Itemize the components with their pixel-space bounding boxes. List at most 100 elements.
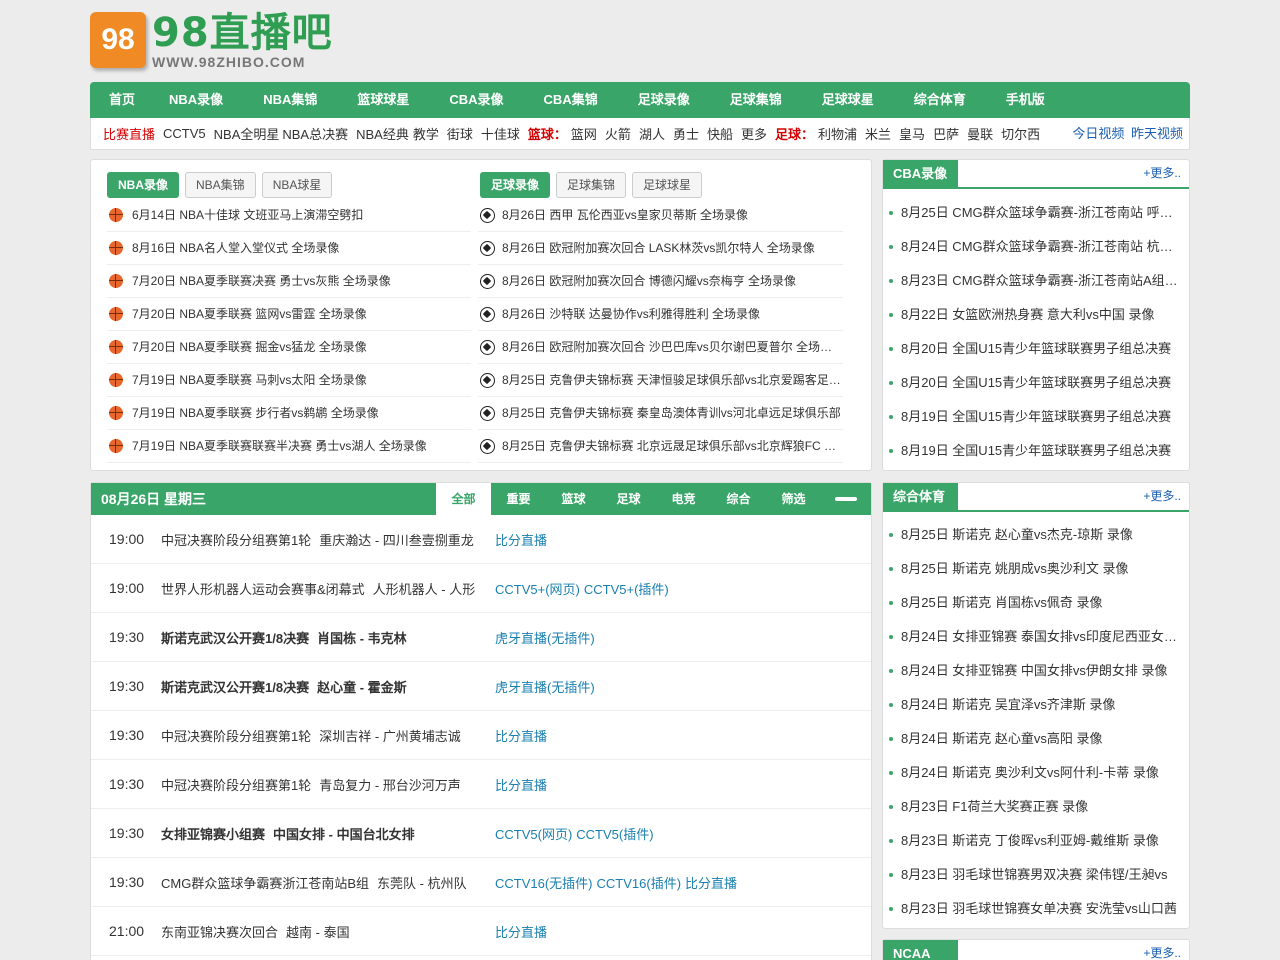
list-item[interactable]: 8月26日 西甲 瓦伦西亚vs皇家贝蒂斯 全场录像 — [478, 199, 843, 232]
tab-football[interactable]: 足球 — [601, 483, 656, 515]
site-logo[interactable]: 98 98直播吧 WWW.98ZHIBO.COM — [90, 12, 333, 74]
nav-nba-highlights[interactable]: NBA集锦 — [248, 82, 332, 118]
stream-link[interactable]: 虎牙直播(无插件) — [495, 631, 595, 646]
subnav-link[interactable]: CCTV5 — [163, 126, 206, 141]
tab-football-highlights[interactable]: 足球集锦 — [556, 172, 627, 198]
tab-football-stars[interactable]: 足球球星 — [632, 172, 703, 198]
list-item[interactable]: 8月25日 斯诺克 赵心童vs杰克-琼斯 录像 — [889, 518, 1181, 552]
list-item[interactable]: 8月24日 斯诺克 赵心童vs高阳 录像 — [889, 722, 1181, 756]
tab-esports[interactable]: 电竞 — [656, 483, 711, 515]
list-item[interactable]: 8月25日 克鲁伊夫锦标赛 北京远晟足球俱乐部vs北京辉狼FC 全场录像 — [478, 430, 843, 463]
stream-link[interactable]: 虎牙直播(无插件) — [495, 680, 595, 695]
list-item[interactable]: 8月23日 CMG群众篮球争霸赛-浙江苍南站A组 录像 — [889, 264, 1181, 298]
stream-link[interactable]: CCTV5+(网页) — [495, 582, 580, 597]
nav-cba-replay[interactable]: CBA录像 — [434, 82, 518, 118]
list-item[interactable]: 8月24日 女排亚锦赛 中国女排vs伊朗女排 录像 — [889, 654, 1181, 688]
tab-filter[interactable]: 筛选 — [766, 483, 821, 515]
stream-link[interactable]: 比分直播 — [495, 925, 547, 940]
subnav-link[interactable]: 教学 — [413, 124, 439, 143]
nav-mobile[interactable]: 手机版 — [991, 82, 1060, 118]
nav-basketball-stars[interactable]: 篮球球星 — [342, 82, 424, 118]
subnav-team[interactable]: 湖人 — [639, 124, 665, 143]
nav-cba-highlights[interactable]: CBA集锦 — [529, 82, 613, 118]
list-item[interactable]: 8月26日 欧冠附加赛次回合 沙巴巴库vs贝尔谢巴夏普尔 全场录像 — [478, 331, 843, 364]
stream-link[interactable]: CCTV16(插件) — [597, 876, 682, 891]
tab-important[interactable]: 重要 — [491, 483, 546, 515]
list-item[interactable]: 8月23日 F1荷兰大奖赛正赛 录像 — [889, 790, 1181, 824]
list-item[interactable]: 6月14日 NBA十佳球 文班亚马上演滞空劈扣 — [107, 199, 471, 232]
today-videos-link[interactable]: 今日视频 — [1072, 126, 1124, 141]
subnav-link[interactable]: NBA总决赛 — [282, 124, 348, 143]
subnav-link[interactable]: 十佳球 — [481, 124, 520, 143]
subnav-team[interactable]: 火箭 — [605, 124, 631, 143]
subnav-team[interactable]: 米兰 — [865, 124, 891, 143]
list-item[interactable]: 8月23日 羽毛球世锦赛女单决赛 安洗莹vs山口茜 — [889, 892, 1181, 926]
list-item[interactable]: 8月16日 NBA名人堂入堂仪式 全场录像 — [107, 232, 471, 265]
stream-link[interactable]: 比分直播 — [495, 778, 547, 793]
stream-link[interactable]: CCTV16(无插件) — [495, 876, 593, 891]
list-item[interactable]: 8月20日 全国U15青少年篮球联赛男子组总决赛 — [889, 366, 1181, 400]
stream-link[interactable]: 比分直播 — [685, 876, 737, 891]
cba-more-link[interactable]: +更多.. — [1143, 160, 1181, 187]
list-item[interactable]: 8月24日 女排亚锦赛 泰国女排vs印度尼西亚女排 录像 — [889, 620, 1181, 654]
list-item[interactable]: 7月19日 NBA夏季联赛联赛半决赛 勇士vs湖人 全场录像 — [107, 430, 471, 463]
list-item[interactable]: 7月19日 NBA夏季联赛 马刺vs太阳 全场录像 — [107, 364, 471, 397]
stream-link[interactable]: CCTV5(插件) — [576, 827, 653, 842]
list-item[interactable]: 8月22日 女篮欧洲热身赛 意大利vs中国 录像 — [889, 298, 1181, 332]
yesterday-videos-link[interactable]: 昨天视频 — [1131, 126, 1183, 141]
subnav-team[interactable]: 巴萨 — [933, 124, 959, 143]
stream-link[interactable]: 比分直播 — [495, 533, 547, 548]
ncaa-more-link[interactable]: +更多.. — [1143, 940, 1181, 960]
tab-football-replay[interactable]: 足球录像 — [480, 172, 551, 198]
subnav-team[interactable]: 篮网 — [571, 124, 597, 143]
list-item[interactable]: 8月26日 欧冠附加赛次回合 LASK林茨vs凯尔特人 全场录像 — [478, 232, 843, 265]
list-item[interactable]: 8月19日 全国U15青少年篮球联赛男子组总决赛 — [889, 434, 1181, 468]
list-item[interactable]: 8月25日 克鲁伊夫锦标赛 天津恒骏足球俱乐部vs北京爱踢客足球俱乐部 — [478, 364, 843, 397]
list-item[interactable]: 8月19日 全国U15青少年篮球联赛男子组总决赛 — [889, 400, 1181, 434]
stream-link[interactable]: CCTV5(网页) — [495, 827, 572, 842]
tab-all[interactable]: 全部 — [436, 483, 491, 515]
tab-general[interactable]: 综合 — [711, 483, 766, 515]
list-item[interactable]: 7月20日 NBA夏季联赛 篮网vs雷霆 全场录像 — [107, 298, 471, 331]
subnav-team[interactable]: 曼联 — [967, 124, 993, 143]
subnav-link[interactable]: NBA全明星 — [214, 124, 280, 143]
tab-nba-replay[interactable]: NBA录像 — [107, 172, 179, 198]
list-item[interactable]: 8月25日 CMG群众篮球争霸赛-浙江苍南站 呼和浩特 — [889, 196, 1181, 230]
list-item[interactable]: 8月25日 斯诺克 姚朋成vs奥沙利文 录像 — [889, 552, 1181, 586]
list-item[interactable]: 8月26日 欧冠附加赛次回合 博德闪耀vs奈梅亨 全场录像 — [478, 265, 843, 298]
stream-link[interactable]: 比分直播 — [495, 729, 547, 744]
list-item[interactable]: 8月26日 沙特联 达曼协作vs利雅得胜利 全场录像 — [478, 298, 843, 331]
subnav-link[interactable]: 街球 — [447, 124, 473, 143]
list-item[interactable]: 8月24日 斯诺克 吴宜泽vs齐津斯 录像 — [889, 688, 1181, 722]
subnav-team[interactable]: 切尔西 — [1001, 124, 1040, 143]
list-item[interactable]: 7月20日 NBA夏季联赛 掘金vs猛龙 全场录像 — [107, 331, 471, 364]
list-item[interactable]: 8月23日 斯诺克 丁俊晖vs利亚姆-戴维斯 录像 — [889, 824, 1181, 858]
list-item[interactable]: 8月25日 斯诺克 肖国栋vs佩奇 录像 — [889, 586, 1181, 620]
list-item[interactable]: 8月23日 羽毛球世锦赛男双决赛 梁伟铿/王昶vs — [889, 858, 1181, 892]
list-item[interactable]: 8月20日 全国U15青少年篮球联赛男子组总决赛 — [889, 332, 1181, 366]
list-item[interactable]: 8月24日 CMG群众篮球争霸赛-浙江苍南站 杭州队 — [889, 230, 1181, 264]
menu-icon[interactable] — [835, 497, 857, 501]
subnav-team[interactable]: 快船 — [707, 124, 733, 143]
subnav-team[interactable]: 利物浦 — [818, 124, 857, 143]
nav-football-highlights[interactable]: 足球集锦 — [715, 82, 797, 118]
list-item[interactable]: 8月25日 克鲁伊夫锦标赛 秦皇岛澳体青训vs河北卓远足球俱乐部 — [478, 397, 843, 430]
nav-football-replay[interactable]: 足球录像 — [623, 82, 705, 118]
general-sports-more-link[interactable]: +更多.. — [1143, 483, 1181, 510]
list-item[interactable]: 8月24日 斯诺克 奥沙利文vs阿什利-卡蒂 录像 — [889, 756, 1181, 790]
nav-home[interactable]: 首页 — [100, 82, 150, 118]
list-item[interactable]: 7月20日 NBA夏季联赛决赛 勇士vs灰熊 全场录像 — [107, 265, 471, 298]
subnav-link[interactable]: NBA经典 — [356, 124, 409, 143]
nav-football-stars[interactable]: 足球球星 — [807, 82, 889, 118]
tab-nba-highlights[interactable]: NBA集锦 — [185, 172, 256, 198]
subnav-live[interactable]: 比赛直播 — [103, 124, 155, 143]
tab-nba-stars[interactable]: NBA球星 — [261, 172, 333, 198]
subnav-team[interactable]: 皇马 — [899, 124, 925, 143]
nav-general-sports[interactable]: 综合体育 — [899, 82, 981, 118]
list-item[interactable]: 7月19日 NBA夏季联赛 步行者vs鹈鹕 全场录像 — [107, 397, 471, 430]
subnav-team[interactable]: 勇士 — [673, 124, 699, 143]
subnav-team[interactable]: 更多 — [741, 124, 767, 143]
stream-link[interactable]: CCTV5+(插件) — [584, 582, 669, 597]
tab-basketball[interactable]: 篮球 — [546, 483, 601, 515]
nav-nba-replay[interactable]: NBA录像 — [154, 82, 238, 118]
